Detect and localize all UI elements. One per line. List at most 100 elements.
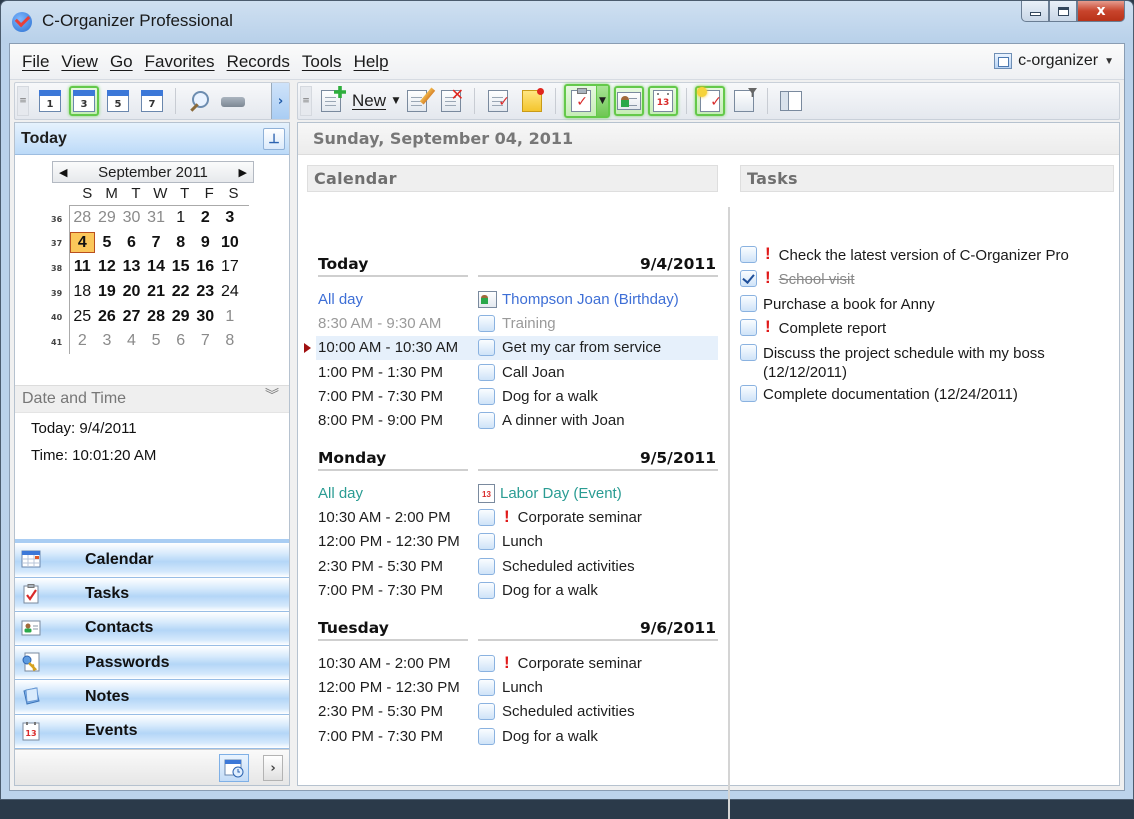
appointment-checkbox[interactable] [478,727,495,745]
sticky-note-button[interactable] [517,86,547,116]
collapse-double-chevron-icon[interactable]: ︾ [265,388,279,402]
menu-go[interactable]: Go [104,52,139,72]
week-view-button[interactable]: 7 [137,86,167,116]
calendar-day[interactable]: 25 [70,308,95,326]
calendar-day[interactable]: 14 [144,258,169,276]
task-checkbox[interactable] [740,384,757,402]
title-bar[interactable]: C-Organizer Professional x [1,1,1133,41]
calendar-day[interactable]: 29 [168,308,193,326]
calendar-day[interactable]: 5 [95,234,120,252]
calendar-day[interactable]: 22 [168,283,193,301]
new-button[interactable]: New [352,91,386,111]
pane-splitter[interactable] [728,207,730,819]
calendar-day[interactable]: 26 [95,308,120,326]
menu-tools[interactable]: Tools [296,52,348,72]
appointment-checkbox[interactable] [478,412,495,430]
task-item[interactable]: Complete documentation (12/24/2011) [740,382,1120,406]
work-week-view-button[interactable]: 5 [103,86,133,116]
3-day-view-button[interactable]: 3 [69,86,99,116]
maximize-button[interactable] [1049,1,1077,22]
show-events-button[interactable]: 13 [648,86,679,116]
calendar-day[interactable]: 16 [193,258,218,276]
calendar-day[interactable]: 8 [218,332,243,350]
appointment-checkbox[interactable] [478,387,495,405]
task-item[interactable]: ! Complete report [740,316,1120,340]
calendar-day[interactable]: 15 [168,258,193,276]
appointment-checkbox[interactable] [478,654,495,672]
appointment-checkbox[interactable] [478,314,495,332]
toolbar-overflow-button[interactable]: › [271,83,289,119]
new-dropdown-arrow-icon[interactable]: ▼ [390,86,402,116]
calendar-day[interactable]: 9 [193,234,218,252]
calendar-day[interactable]: 30 [193,308,218,326]
calendar-day[interactable]: 12 [95,258,120,276]
agenda-item[interactable]: 1:00 PM - 1:30 PM Call Joan [318,360,718,384]
menu-favorites[interactable]: Favorites [139,52,221,72]
close-button[interactable]: x [1077,1,1125,22]
calendar-day[interactable]: 29 [95,209,120,227]
agenda-item[interactable]: 2:30 PM - 5:30 PM Scheduled activities [318,700,718,724]
appointment-checkbox[interactable] [478,678,495,696]
date-time-header[interactable]: Date and Time ︾ [15,385,289,413]
calendar-day[interactable]: 2 [70,332,95,350]
calendar-shortcut-button[interactable] [219,754,249,782]
calendar-day[interactable]: 23 [193,283,218,301]
calendar-day[interactable]: 17 [218,258,243,276]
task-item[interactable]: Purchase a book for Anny [740,292,1120,316]
calendar-day[interactable]: 30 [119,209,144,227]
calendar-day[interactable]: 11 [70,258,95,276]
appointment-checkbox[interactable] [478,339,495,357]
navigation-overflow-button[interactable]: › [263,755,283,781]
toolbar-grip-handle[interactable]: ≡ [17,86,29,116]
menu-help[interactable]: Help [348,52,395,72]
agenda-item[interactable]: 7:00 PM - 7:30 PM Dog for a walk [318,578,718,602]
calendar-day[interactable]: 21 [144,283,169,301]
appointment-checkbox[interactable] [478,557,495,575]
task-item[interactable]: Discuss the project schedule with my bos… [740,341,1120,382]
menu-file[interactable]: File [16,52,55,72]
filter-button[interactable] [729,86,759,116]
calendar-day[interactable]: 5 [144,332,169,350]
agenda-item[interactable]: 7:00 PM - 7:30 PM Dog for a walk [318,724,718,748]
task-checkbox[interactable] [740,294,757,312]
agenda-item[interactable]: 12:00 PM - 12:30 PM Lunch [318,675,718,699]
new-record-icon-button[interactable] [318,86,346,116]
calendar-day[interactable]: 19 [95,283,120,301]
calendar-day[interactable]: 1 [218,308,243,326]
toolbar-grip-handle[interactable]: ≡ [300,86,312,116]
agenda-item[interactable]: 8:00 PM - 9:00 PM A dinner with Joan [318,408,718,432]
calendar-day[interactable]: 6 [119,234,144,252]
calendar-day[interactable]: 1 [168,209,193,227]
calendar-day[interactable]: 2 [193,209,218,227]
day-view-button[interactable]: 1 [35,86,65,116]
show-tasks-button[interactable]: ✓ [566,86,596,116]
task-item[interactable]: ! Check the latest version of C-Organizer… [740,243,1120,267]
calendar-day[interactable]: 28 [70,209,95,227]
agenda-item[interactable]: 10:30 AM - 2:00 PM! Corporate seminar [318,651,718,675]
appointment-checkbox[interactable] [478,508,495,526]
show-contacts-button[interactable] [614,86,645,116]
mark-complete-button[interactable]: ✓ [483,86,513,116]
calendar-day[interactable]: 18 [70,283,95,301]
calendar-day[interactable]: 13 [119,258,144,276]
task-checkbox[interactable] [740,246,757,263]
menu-view[interactable]: View [55,52,104,72]
calendar-day[interactable]: 7 [144,234,169,252]
next-month-button[interactable]: ▶ [239,166,247,179]
calendar-day[interactable]: 24 [218,283,243,301]
edit-button[interactable] [402,86,436,116]
nav-item-passwords[interactable]: Passwords [15,646,289,681]
calendar-day[interactable]: 31 [144,209,169,227]
task-checkbox[interactable] [740,343,757,361]
nav-item-notes[interactable]: Notes [15,680,289,715]
appointment-checkbox[interactable] [478,581,495,599]
nav-item-tasks[interactable]: Tasks [15,577,289,612]
agenda-item[interactable]: 12:00 PM - 12:30 PM Lunch [318,530,718,554]
previous-month-button[interactable]: ◀ [59,166,67,179]
agenda-item[interactable]: 8:30 AM - 9:30 AM Training [318,311,718,335]
menu-records[interactable]: Records [221,52,296,72]
agenda-item[interactable]: 2:30 PM - 5:30 PM Scheduled activities [318,554,718,578]
calendar-day[interactable]: 8 [168,234,193,252]
nav-item-contacts[interactable]: Contacts [15,611,289,647]
task-item[interactable]: ! School visit [740,267,1120,291]
